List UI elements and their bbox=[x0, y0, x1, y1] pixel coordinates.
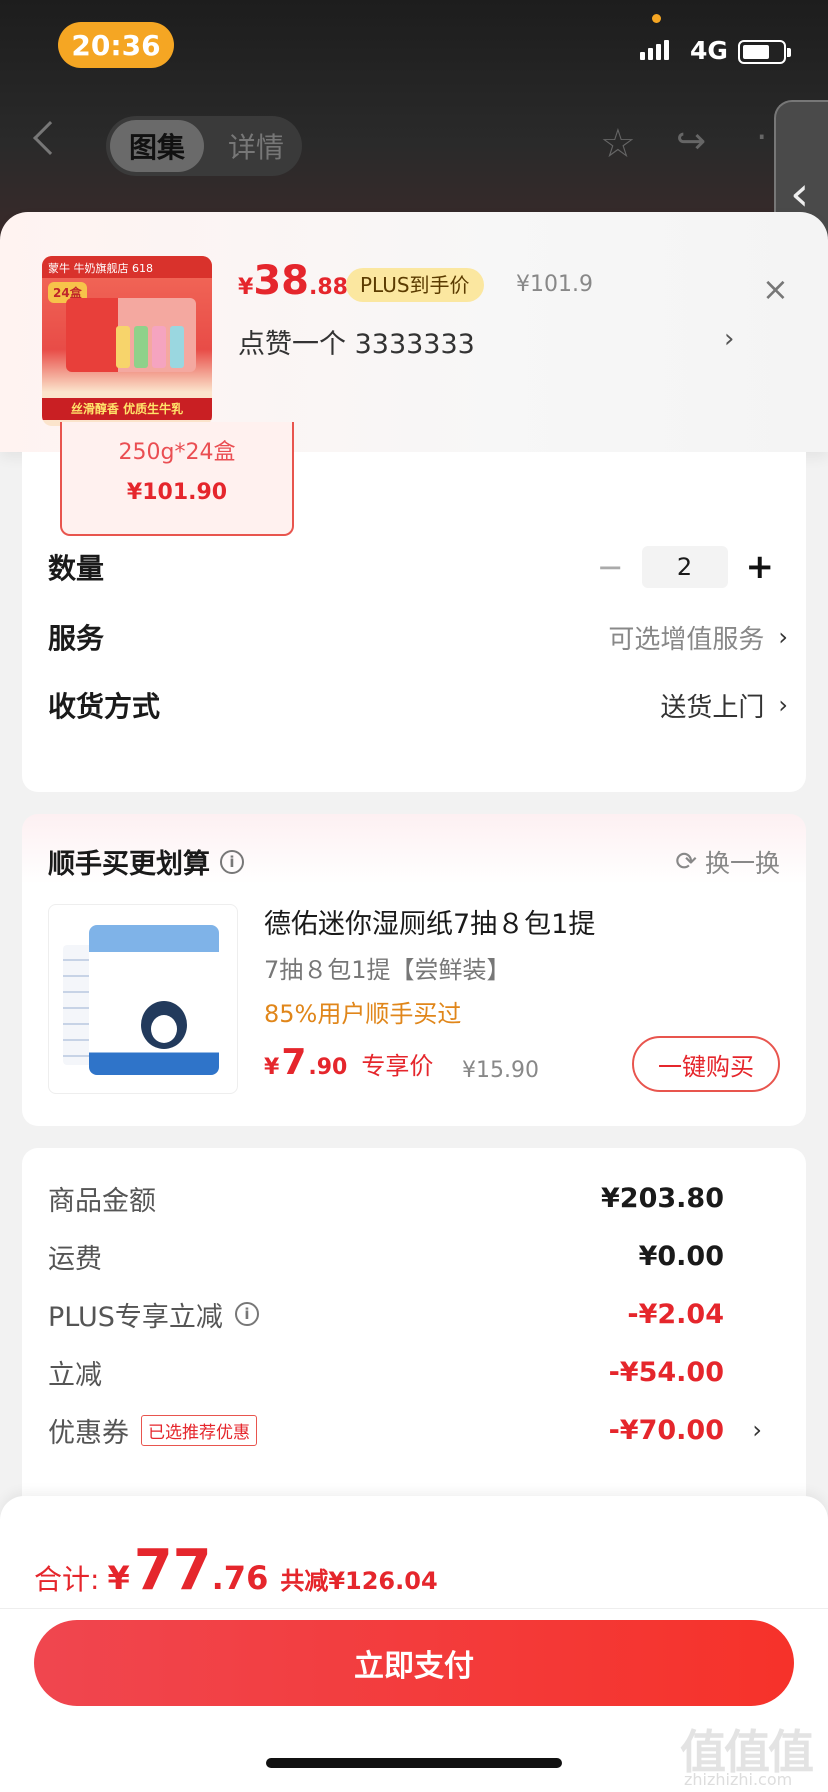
favorite-icon[interactable]: ☆ bbox=[600, 124, 636, 164]
instant-discount-label: 立减 bbox=[48, 1359, 102, 1391]
order-total: 合计: ¥ 77 .76 共减¥126.04 bbox=[34, 1538, 438, 1603]
service-label: 服务 bbox=[48, 622, 105, 655]
coupon-row[interactable]: 优惠券 已选推荐优惠 -¥70.00 › bbox=[48, 1408, 788, 1452]
spec-price: ¥101.90 bbox=[126, 480, 228, 505]
coupon-value: -¥70.00 bbox=[608, 1414, 724, 1446]
recommendation-title: 顺手买更划算 i bbox=[48, 842, 244, 881]
recommended-product-variant: 7抽８包1提【尝鲜装】 bbox=[264, 956, 511, 984]
thumb-slogan: 丝滑醇香 优质生牛乳 bbox=[42, 398, 212, 420]
view-toggle: 图集 详情 bbox=[106, 116, 302, 176]
coupon-status-tag: 已选推荐优惠 bbox=[141, 1414, 257, 1446]
thumb-wipes-pack bbox=[89, 925, 219, 1075]
tab-detail[interactable]: 详情 bbox=[218, 120, 294, 172]
quantity-value[interactable]: 2 bbox=[641, 546, 728, 588]
decrease-button[interactable]: − bbox=[597, 548, 624, 586]
price-integer: 7 bbox=[281, 1042, 307, 1083]
recommendation-title-text: 顺手买更划算 bbox=[48, 849, 210, 880]
recommended-product-name[interactable]: 德佑迷你湿厕纸7抽８包1提 bbox=[264, 902, 595, 941]
quantity-label: 数量 bbox=[48, 552, 105, 585]
goods-amount-row: 商品金额 ¥203.80 bbox=[48, 1176, 788, 1220]
chevron-right-icon: › bbox=[778, 691, 788, 719]
selected-spec-option[interactable]: 250g*24盒 ¥101.90 bbox=[60, 422, 294, 536]
recommended-product-hint: 85%用户顺手买过 bbox=[264, 1000, 462, 1028]
network-label: 4G bbox=[690, 36, 728, 65]
plus-price-badge: PLUS到手价 bbox=[346, 268, 484, 302]
one-click-buy-button[interactable]: 一键购买 bbox=[632, 1036, 780, 1092]
status-time: 20:36 bbox=[58, 22, 174, 68]
delivery-label: 收货方式 bbox=[48, 690, 161, 723]
plus-discount-value: -¥2.04 bbox=[627, 1298, 724, 1330]
pay-now-button[interactable]: 立即支付 bbox=[34, 1620, 794, 1706]
swap-label: 换一换 bbox=[704, 849, 780, 878]
total-integer: 77 bbox=[133, 1538, 212, 1603]
battery-icon bbox=[738, 40, 791, 64]
close-icon[interactable]: × bbox=[762, 270, 789, 308]
increase-button[interactable]: + bbox=[746, 547, 775, 587]
total-currency: ¥ bbox=[107, 1559, 130, 1597]
tab-gallery[interactable]: 图集 bbox=[110, 120, 204, 172]
price-decimal: .90 bbox=[308, 1055, 348, 1080]
service-row[interactable]: 服务 可选增值服务 › bbox=[48, 612, 788, 662]
more-icon[interactable]: · bbox=[756, 120, 767, 156]
share-icon[interactable]: ↪ bbox=[676, 124, 706, 160]
recording-dot bbox=[652, 14, 661, 23]
delivery-value-text: 送货上门 bbox=[660, 692, 765, 723]
plus-discount-label: PLUS专享立减 i bbox=[48, 1295, 259, 1334]
popover-original-price: ¥101.9 bbox=[516, 272, 593, 297]
spec-text: 250g*24盒 bbox=[118, 440, 236, 465]
chevron-right-icon: › bbox=[778, 623, 788, 651]
info-icon[interactable]: i bbox=[220, 849, 244, 874]
delivery-row[interactable]: 收货方式 送货上门 › bbox=[48, 680, 788, 730]
recommended-product-image[interactable] bbox=[48, 904, 238, 1094]
price-currency: ¥ bbox=[264, 1055, 280, 1080]
order-options-card: 250g*24盒 ¥101.90 数量 − 2 + 服务 可选增值服务 › 收货… bbox=[22, 422, 806, 792]
total-label: 合计: bbox=[34, 1563, 100, 1596]
goods-amount-value: ¥203.80 bbox=[601, 1182, 724, 1214]
quantity-row: 数量 − 2 + bbox=[48, 542, 788, 592]
watermark-url: zhizhizhi.com bbox=[684, 1770, 793, 1789]
total-saved: 共减¥126.04 bbox=[280, 1567, 438, 1595]
popover-subtitle[interactable]: 点赞一个 3333333 bbox=[238, 322, 475, 361]
shipping-row: 运费 ¥0.00 bbox=[48, 1234, 788, 1278]
product-thumbnail: 蒙牛 牛奶旗舰店 618 24盒 丝滑醇香 优质生牛乳 bbox=[42, 256, 212, 426]
coupon-label: 优惠券 已选推荐优惠 bbox=[48, 1411, 257, 1450]
recommendation-card: 顺手买更划算 i ⟳ 换一换 德佑迷你湿厕纸7抽８包1提 7抽８包1提【尝鲜装】… bbox=[22, 814, 806, 1126]
penguin-icon bbox=[141, 1001, 187, 1049]
signal-icon bbox=[640, 40, 669, 60]
price-breakdown-card: 商品金额 ¥203.80 运费 ¥0.00 PLUS专享立减 i -¥2.04 … bbox=[22, 1148, 806, 1508]
popover-price: ¥ 38 .88 bbox=[238, 258, 348, 304]
instant-discount-value: -¥54.00 bbox=[608, 1356, 724, 1388]
divider bbox=[0, 1608, 828, 1609]
exclusive-price-label: 专享价 bbox=[361, 1052, 434, 1080]
checkout-bar: 合计: ¥ 77 .76 共减¥126.04 立即支付 值值值 zhizhizh… bbox=[0, 1496, 828, 1792]
refresh-icon: ⟳ bbox=[675, 847, 697, 877]
shipping-label: 运费 bbox=[48, 1243, 102, 1275]
recommended-product-price: ¥ 7 .90 专享价 bbox=[264, 1042, 433, 1083]
coupon-label-text: 优惠券 bbox=[48, 1417, 129, 1449]
shipping-value: ¥0.00 bbox=[638, 1240, 724, 1272]
price-integer: 38 bbox=[253, 258, 309, 304]
price-currency: ¥ bbox=[238, 275, 254, 300]
plus-discount-label-text: PLUS专享立减 bbox=[48, 1301, 223, 1333]
delivery-value: 送货上门 › bbox=[660, 687, 788, 724]
product-summary-popover: 蒙牛 牛奶旗舰店 618 24盒 丝滑醇香 优质生牛乳 ¥ 38 .88 PLU… bbox=[0, 212, 828, 452]
instant-discount-row: 立减 -¥54.00 bbox=[48, 1350, 788, 1394]
quantity-stepper: − 2 + bbox=[597, 546, 774, 588]
thumb-product-boxes bbox=[66, 298, 196, 372]
service-value-text: 可选增值服务 bbox=[608, 624, 765, 655]
total-decimal: .76 bbox=[211, 1559, 269, 1597]
home-indicator[interactable] bbox=[266, 1758, 562, 1768]
service-value: 可选增值服务 › bbox=[608, 619, 788, 656]
chevron-right-icon: › bbox=[752, 1416, 762, 1444]
recommended-original-price: ¥15.90 bbox=[462, 1058, 539, 1083]
chevron-right-icon[interactable]: › bbox=[724, 324, 734, 354]
thumb-store-label: 蒙牛 牛奶旗舰店 618 bbox=[42, 256, 212, 278]
price-decimal: .88 bbox=[308, 275, 348, 300]
swap-button[interactable]: ⟳ 换一换 bbox=[675, 844, 780, 880]
info-icon[interactable]: i bbox=[234, 1302, 259, 1326]
goods-amount-label: 商品金额 bbox=[48, 1185, 156, 1217]
plus-discount-row: PLUS专享立减 i -¥2.04 bbox=[48, 1292, 788, 1336]
